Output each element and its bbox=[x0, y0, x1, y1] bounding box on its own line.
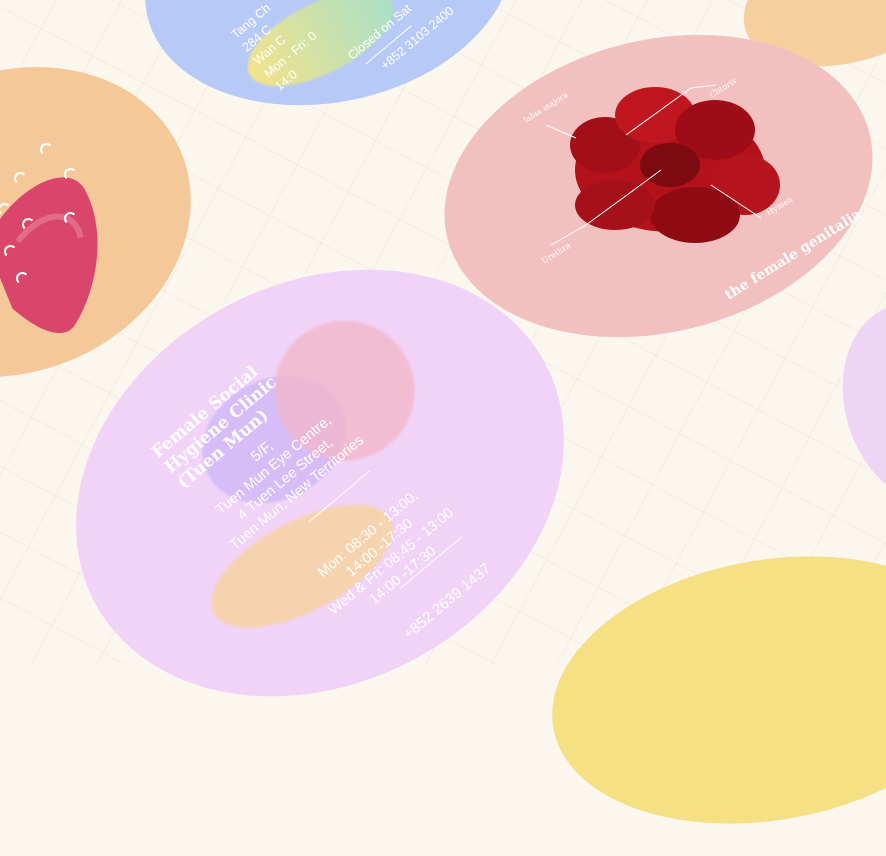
flower-label-lines bbox=[545, 84, 762, 246]
